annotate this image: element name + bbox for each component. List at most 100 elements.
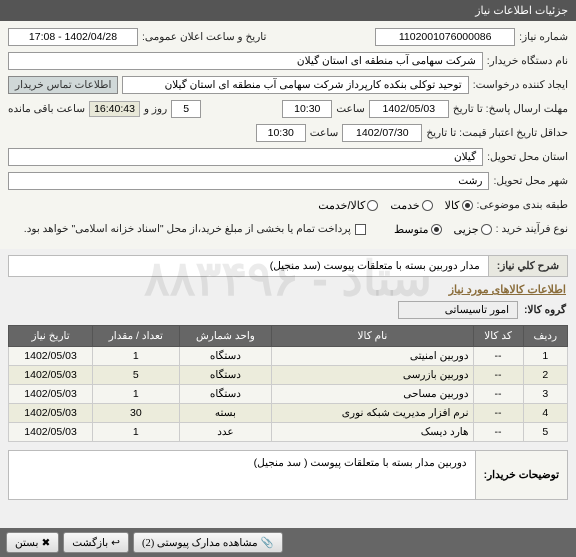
remaining-time-field: 16:40:43 — [89, 101, 140, 117]
cell-date: 1402/05/03 — [9, 366, 93, 385]
table-row[interactable]: 4--نرم افزار مدیریت شبکه نوریبسته301402/… — [9, 404, 568, 423]
radio-dot-icon — [422, 200, 433, 211]
cell-qty: 30 — [93, 404, 179, 423]
items-header: اطلاعات کالاهای مورد نیاز — [0, 279, 576, 298]
credit-date-field: 1402/07/30 — [342, 124, 422, 142]
table-row[interactable]: 1--دوربین امنیتیدستگاه11402/05/03 — [9, 347, 568, 366]
public-announce-label: تاریخ و ساعت اعلان عمومی: — [142, 31, 266, 43]
cell-row: 1 — [523, 347, 567, 366]
buy-type-label: نوع فرآیند خرید : — [496, 223, 568, 235]
need-summary-value: مدار دوربین بسته با متعلقات پیوست (سد من… — [9, 256, 488, 276]
cell-code: -- — [473, 385, 523, 404]
radio-goods-label: کالا — [445, 199, 460, 212]
radio-medium[interactable]: متوسط — [394, 223, 442, 236]
attachments-button[interactable]: 📎 مشاهده مدارک پیوستی (2) — [133, 532, 283, 553]
cell-qty: 1 — [93, 347, 179, 366]
radio-medium-label: متوسط — [394, 223, 429, 236]
footer-bar: 📎 مشاهده مدارک پیوستی (2) ↩ بازگشت ✖ بست… — [0, 528, 576, 557]
buyer-desc-box: توضیحات خریدار: دوربین مدار بسته با متعل… — [8, 450, 568, 500]
cell-row: 5 — [523, 423, 567, 442]
radio-dot-icon — [481, 224, 492, 235]
attachments-label: مشاهده مدارک پیوستی (2) — [142, 537, 258, 549]
cell-date: 1402/05/03 — [9, 404, 93, 423]
deadline-date-field: 1402/05/03 — [369, 100, 449, 118]
radio-small-label: جزیی — [454, 223, 479, 236]
panel-header: جزئیات اطلاعات نیاز — [0, 0, 576, 21]
cell-qty: 1 — [93, 423, 179, 442]
items-table: ردیف کد کالا نام کالا واحد شمارش تعداد /… — [8, 325, 568, 442]
col-qty: تعداد / مقدار — [93, 326, 179, 347]
group-label: گروه کالا: — [524, 304, 566, 316]
contact-info-button[interactable]: اطلاعات تماس خریدار — [8, 76, 118, 94]
cell-qty: 1 — [93, 385, 179, 404]
back-arrow-icon: ↩ — [111, 537, 120, 549]
close-label: بستن — [15, 537, 38, 549]
cell-name: دوربین بازرسی — [272, 366, 473, 385]
radio-dot-icon — [367, 200, 378, 211]
need-no-label: شماره نیاز: — [519, 31, 568, 43]
cell-row: 4 — [523, 404, 567, 423]
credit-time-field: 10:30 — [256, 124, 306, 142]
cell-date: 1402/05/03 — [9, 423, 93, 442]
buyer-org-label: نام دستگاه خریدار: — [487, 55, 568, 67]
table-row[interactable]: 3--دوربین مساحیدستگاه11402/05/03 — [9, 385, 568, 404]
buy-type-radio-group: جزیی متوسط — [394, 223, 492, 236]
radio-service-label: خدمت — [390, 199, 419, 212]
payment-note: پرداخت تمام یا بخشی از مبلغ خرید،از محل … — [24, 223, 351, 235]
days-label: روز و — [144, 103, 167, 115]
cell-qty: 5 — [93, 366, 179, 385]
need-summary-row: شرح کلي نياز: مدار دوربین بسته با متعلقا… — [8, 255, 568, 277]
table-row[interactable]: 5--هارد دیسکعدد11402/05/03 — [9, 423, 568, 442]
radio-small[interactable]: جزیی — [454, 223, 492, 236]
col-code: کد کالا — [473, 326, 523, 347]
requester-field: توحید توکلی بنکده کارپرداز شرکت سهامی آب… — [122, 76, 468, 94]
col-row: ردیف — [523, 326, 567, 347]
days-field: 5 — [171, 100, 201, 118]
time-label-1: ساعت — [336, 103, 365, 115]
cell-name: نرم افزار مدیریت شبکه نوری — [272, 404, 473, 423]
cell-unit: دستگاه — [179, 385, 272, 404]
city-field: رشت — [8, 172, 489, 190]
time-label-2: ساعت — [310, 127, 339, 139]
close-button[interactable]: ✖ بستن — [6, 532, 59, 553]
buyer-org-field: شرکت سهامی آب منطقه ای استان گیلان — [8, 52, 483, 70]
cell-unit: عدد — [179, 423, 272, 442]
cell-code: -- — [473, 404, 523, 423]
radio-both-label: کالا/خدمت — [318, 199, 365, 212]
cell-row: 3 — [523, 385, 567, 404]
remaining-label: ساعت باقی مانده — [8, 103, 85, 115]
requester-label: ایجاد کننده درخواست: — [473, 79, 568, 91]
buyer-desc-value: دوربین مدار بسته با متعلقات پیوست ( سد م… — [9, 451, 475, 499]
cell-date: 1402/05/03 — [9, 385, 93, 404]
back-label: بازگشت — [72, 537, 108, 549]
cell-code: -- — [473, 423, 523, 442]
deadline-time-field: 10:30 — [282, 100, 332, 118]
province-field: گیلان — [8, 148, 483, 166]
cell-unit: دستگاه — [179, 347, 272, 366]
form-area: شماره نیاز: 1102001076000086 تاریخ و ساع… — [0, 21, 576, 249]
col-name: نام کالا — [272, 326, 473, 347]
col-date: تاریخ نیاز — [9, 326, 93, 347]
cell-name: دوربین مساحی — [272, 385, 473, 404]
group-field: امور تاسیساتی — [398, 301, 518, 319]
cell-row: 2 — [523, 366, 567, 385]
cell-name: دوربین امنیتی — [272, 347, 473, 366]
cell-code: -- — [473, 347, 523, 366]
payment-checkbox[interactable] — [355, 224, 366, 235]
topic-class-label: طبقه بندی موضوعی: — [477, 199, 568, 211]
radio-goods[interactable]: کالا — [445, 199, 473, 212]
credit-label: حداقل تاریخ اعتبار قیمت: تا تاریخ — [426, 127, 568, 139]
paperclip-icon: 📎 — [261, 536, 274, 549]
cell-date: 1402/05/03 — [9, 347, 93, 366]
need-no-field: 1102001076000086 — [375, 28, 515, 46]
deadline-label: مهلت ارسال پاسخ: تا تاریخ — [453, 103, 568, 115]
buyer-desc-label: توضیحات خریدار: — [475, 451, 567, 499]
radio-service[interactable]: خدمت — [390, 199, 432, 212]
back-button[interactable]: ↩ بازگشت — [63, 532, 129, 553]
table-row[interactable]: 2--دوربین بازرسیدستگاه51402/05/03 — [9, 366, 568, 385]
radio-both[interactable]: کالا/خدمت — [318, 199, 378, 212]
cell-name: هارد دیسک — [272, 423, 473, 442]
topic-radio-group: کالا خدمت کالا/خدمت — [318, 199, 472, 212]
close-icon: ✖ — [41, 537, 50, 549]
province-label: استان محل تحویل: — [487, 151, 568, 163]
